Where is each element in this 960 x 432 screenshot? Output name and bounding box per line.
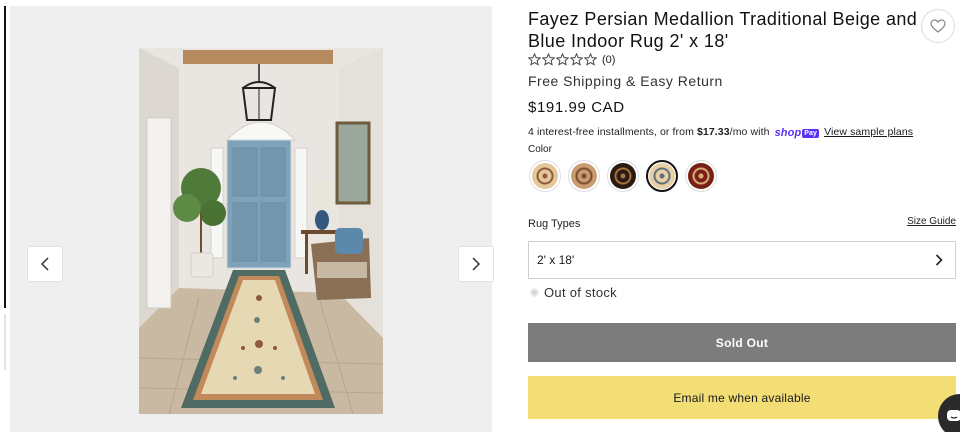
size-guide-link[interactable]: Size Guide [907, 216, 956, 227]
product-photo [139, 48, 383, 414]
stock-status-text: Out of stock [544, 285, 617, 300]
color-swatch-beige-blue[interactable] [646, 160, 678, 192]
color-swatch-beige[interactable] [529, 160, 561, 192]
chevron-right-icon [472, 257, 481, 271]
swatch-pattern [688, 163, 714, 189]
product-info: Fayez Persian Medallion Traditional Beig… [528, 0, 956, 432]
color-swatch-red[interactable] [685, 160, 717, 192]
star-outline-icon [528, 53, 541, 66]
pay-badge: Pay [802, 129, 820, 138]
gallery-prev-button[interactable] [27, 246, 63, 282]
chevron-left-icon [40, 257, 49, 271]
product-gallery [10, 6, 494, 432]
email-when-available-button[interactable]: Email me when available [528, 376, 956, 419]
swatch-pattern [649, 163, 675, 189]
product-title: Fayez Persian Medallion Traditional Beig… [528, 9, 918, 51]
thumbnail-active-indicator[interactable] [4, 6, 6, 308]
chat-icon [947, 410, 960, 421]
wishlist-button[interactable] [921, 9, 955, 43]
star-outline-icon [542, 53, 555, 66]
color-swatch-black[interactable] [607, 160, 639, 192]
rug-type-select[interactable]: 2' x 18' [528, 241, 956, 279]
shipping-note: Free Shipping & Easy Return [528, 73, 723, 89]
swatch-pattern [532, 163, 558, 189]
sold-out-button[interactable]: Sold Out [528, 323, 956, 362]
color-swatches [529, 160, 717, 192]
installment-amount: $17.33 [696, 126, 730, 138]
rating[interactable]: (0) [528, 53, 615, 66]
view-sample-plans-link[interactable]: View sample plans [824, 126, 913, 138]
product-price: $191.99 CAD [528, 99, 625, 116]
star-outline-icon [584, 53, 597, 66]
installments-note: 4 interest-free installments, or from $1… [528, 126, 913, 139]
shop-word: shop [774, 127, 802, 139]
rug-types-label: Rug Types [528, 218, 581, 230]
thumbnail-strip [0, 0, 8, 432]
rating-count: (0) [602, 53, 616, 66]
color-label: Color [528, 144, 552, 155]
stock-status: Out of stock [530, 285, 617, 300]
chevron-right-icon [935, 254, 943, 266]
swatch-pattern [571, 163, 597, 189]
star-outline-icon [570, 53, 583, 66]
thumbnail-indicator[interactable] [4, 314, 6, 370]
swatch-pattern [610, 163, 636, 189]
stock-indicator-dot [530, 288, 539, 297]
rug-type-selected-value: 2' x 18' [537, 253, 575, 267]
shop-pay-logo: shop Pay [774, 127, 820, 139]
star-outline-icon [556, 53, 569, 66]
gallery-next-button[interactable] [458, 246, 494, 282]
installments-prefix: 4 interest-free installments, or from [528, 126, 697, 138]
heart-icon [930, 19, 946, 33]
color-swatch-tan[interactable] [568, 160, 600, 192]
installments-suffix: /mo with [729, 126, 773, 138]
